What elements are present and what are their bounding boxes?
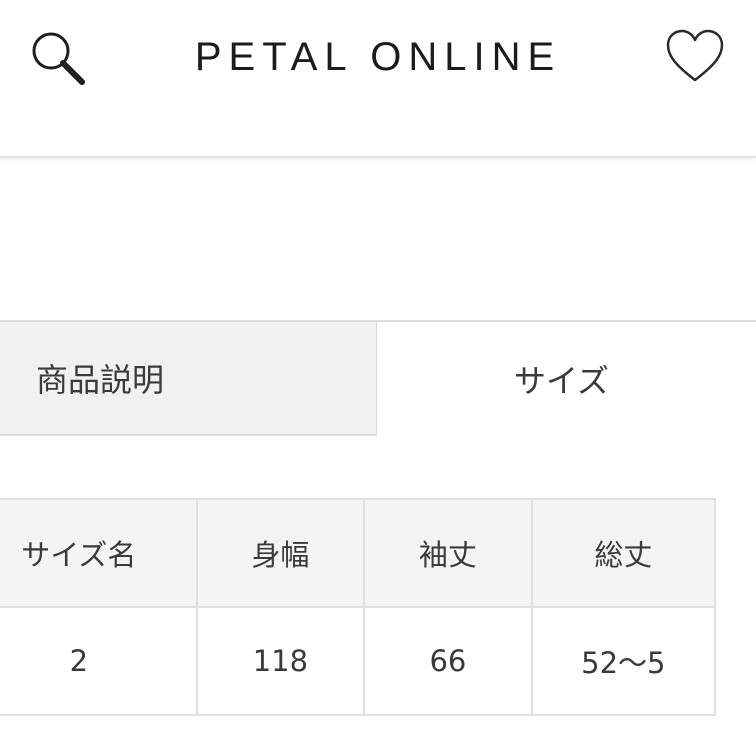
column-header-sleeve-length: 袖丈: [363, 498, 533, 608]
column-header-body-width: 身幅: [195, 498, 366, 608]
tab-size[interactable]: サイズ: [377, 320, 756, 436]
search-button[interactable]: [24, 24, 94, 94]
tab-label: サイズ: [513, 362, 610, 400]
brand-logo[interactable]: PETAL ONLINE: [175, 30, 581, 84]
column-header-size-name: サイズ名: [0, 498, 198, 608]
table-cell-size-name: 2: [0, 606, 198, 716]
column-header-total-length: 総丈: [530, 498, 717, 608]
site-header: PETAL ONLINE: [0, 0, 756, 158]
table-header-row: サイズ名 身幅 袖丈 総丈: [0, 498, 717, 608]
table-row: 2 118 66 52〜5: [0, 606, 717, 716]
size-table: サイズ名 身幅 袖丈 総丈 2 118 66 52〜5: [0, 498, 717, 716]
table-cell-total-length: 52〜5: [530, 606, 717, 716]
tab-product-description[interactable]: 商品説明: [0, 320, 378, 436]
search-icon: [32, 32, 85, 85]
tab-label: 商品説明: [36, 361, 165, 399]
table-cell-body-width: 118: [195, 606, 366, 716]
table-cell-sleeve-length: 66: [363, 606, 533, 716]
product-page: PETAL ONLINE 商品説明 サイズ サイズ名 身幅 袖丈 総丈 2 11…: [0, 0, 756, 756]
favorite-button[interactable]: [664, 28, 726, 86]
heart-icon: [666, 29, 724, 82]
